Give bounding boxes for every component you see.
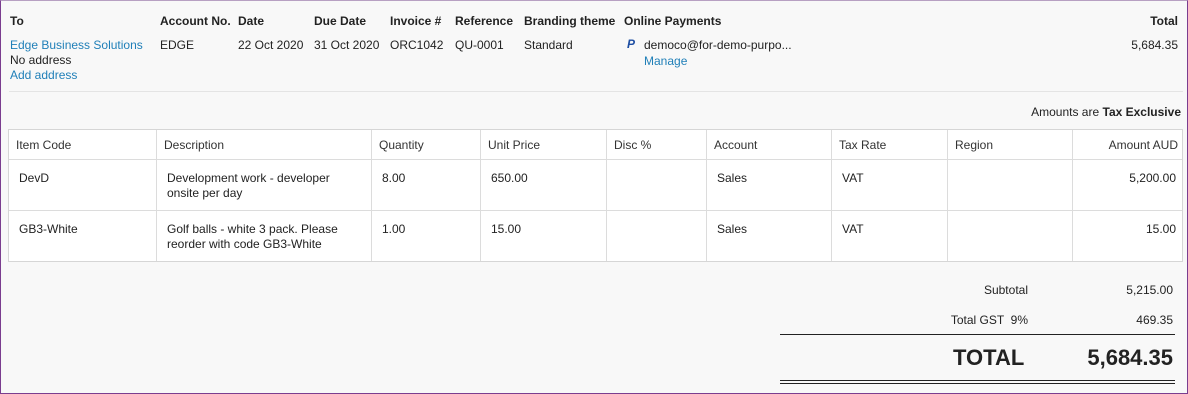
col-tax-rate: Tax Rate	[839, 138, 887, 152]
row1-description-line1[interactable]: Development work - developer	[167, 171, 330, 186]
row2-tax-rate[interactable]: VAT	[842, 222, 864, 237]
col-description: Description	[164, 138, 225, 152]
manage-payments-link[interactable]: Manage	[644, 54, 687, 68]
row1-unit-price[interactable]: 650.00	[491, 171, 528, 186]
row1-item-code[interactable]: DevD	[19, 171, 49, 186]
col-region: Region	[955, 138, 994, 152]
tax-mode-note: Amounts are Tax Exclusive	[1031, 105, 1181, 119]
tax-mode-prefix: Amounts are	[1031, 105, 1100, 119]
header-branding-theme: Branding theme	[524, 14, 616, 28]
header-invoice-number: Invoice #	[390, 14, 442, 28]
header-due-date: Due Date	[314, 14, 367, 28]
grand-total-label: TOTAL	[953, 345, 1025, 370]
header-to: To	[10, 14, 24, 28]
row2-description-line2[interactable]: reorder with code GB3-White	[167, 237, 322, 252]
total-bottom-rule-2	[780, 383, 1175, 384]
invoice-number-value: ORC1042	[390, 38, 444, 52]
branding-value: Standard	[524, 38, 573, 52]
col-unit-price: Unit Price	[488, 138, 541, 152]
payment-email: democo@for-demo-purpo...	[644, 38, 792, 52]
date-value: 22 Oct 2020	[238, 38, 304, 52]
header-reference: Reference	[455, 14, 514, 28]
gst-label: Total GST 9%	[950, 313, 1028, 327]
grand-total-value: 5,684.35	[1087, 345, 1173, 370]
row1-tax-rate[interactable]: VAT	[842, 171, 864, 186]
total-bottom-rule-1	[780, 380, 1175, 381]
row1-quantity[interactable]: 8.00	[382, 171, 405, 186]
paypal-icon: P	[627, 37, 636, 51]
row2-unit-price[interactable]: 15.00	[491, 222, 521, 237]
add-address-link[interactable]: Add address	[10, 68, 77, 82]
row1-amount: 5,200.00	[1129, 171, 1176, 185]
gst-value: 469.35	[1136, 313, 1173, 327]
row2-description-line1[interactable]: Golf balls - white 3 pack. Please	[167, 222, 338, 237]
col-account: Account	[714, 138, 758, 152]
header-account-no: Account No.	[160, 14, 231, 28]
header-divider	[9, 91, 1183, 92]
subtotal-label: Subtotal	[983, 283, 1028, 297]
row2-account[interactable]: Sales	[717, 222, 747, 237]
header-date: Date	[238, 14, 265, 28]
due-date-value: 31 Oct 2020	[314, 38, 380, 52]
total-top-rule	[780, 334, 1175, 335]
header-total: Total	[1150, 14, 1178, 28]
col-disc: Disc %	[614, 138, 652, 152]
tax-mode-value: Tax Exclusive	[1102, 105, 1182, 119]
col-amount: Amount AUD	[1108, 138, 1178, 152]
row1-description-line2[interactable]: onsite per day	[167, 186, 242, 201]
contact-link[interactable]: Edge Business Solutions	[10, 38, 143, 52]
contact-address: No address	[10, 53, 72, 67]
reference-value: QU-0001	[455, 38, 504, 52]
account-no-value: EDGE	[160, 38, 195, 52]
col-item-code: Item Code	[16, 138, 72, 152]
row2-item-code[interactable]: GB3-White	[19, 222, 78, 237]
row1-account[interactable]: Sales	[717, 171, 747, 186]
row2-quantity[interactable]: 1.00	[382, 222, 405, 237]
total-value: 5,684.35	[1131, 38, 1178, 52]
header-online-payments: Online Payments	[624, 14, 722, 28]
invoice-panel: To Account No. Date Due Date Invoice # R…	[0, 0, 1188, 394]
row2-amount: 15.00	[1145, 222, 1176, 236]
subtotal-value: 5,215.00	[1126, 283, 1173, 297]
col-quantity: Quantity	[379, 138, 424, 152]
line-items-table: Item Code Description Quantity Unit Pric…	[8, 129, 1183, 262]
